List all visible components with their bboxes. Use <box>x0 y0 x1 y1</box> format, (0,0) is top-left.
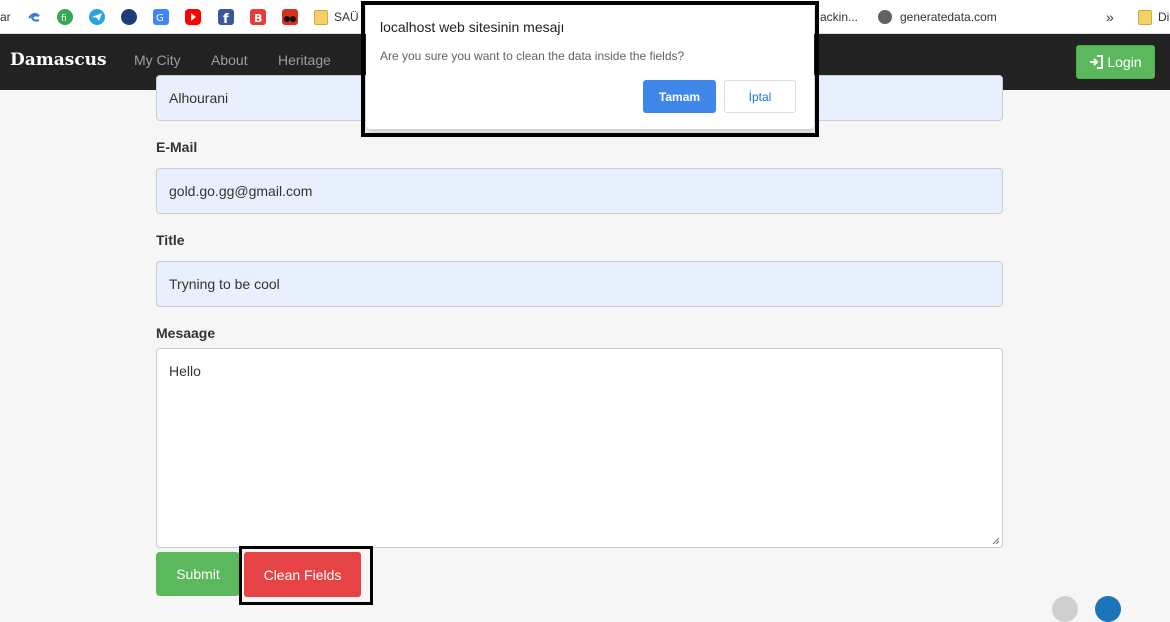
dialog-message: Are you sure you want to clean the data … <box>380 49 685 63</box>
fi-bookmark-icon[interactable]: fi <box>57 9 73 25</box>
title-label: Title <box>156 232 185 248</box>
facebook-icon[interactable]: f <box>218 9 234 27</box>
bookmark-folder-right[interactable]: Di <box>1138 8 1169 26</box>
nav-link-about[interactable]: About <box>211 52 248 68</box>
login-label: Login <box>1107 54 1142 70</box>
bookmark-label: SAÜ <box>334 10 359 24</box>
brand-logo[interactable]: Damascus <box>10 50 107 70</box>
bookmarks-overflow-button[interactable]: » <box>1106 8 1114 26</box>
message-text: Hello <box>169 363 201 379</box>
bookmark-generatedata[interactable]: generatedata.com <box>878 8 997 26</box>
sign-in-icon <box>1090 55 1104 69</box>
clean-fields-button[interactable]: Clean Fields <box>244 552 361 597</box>
svg-text:G: G <box>156 13 164 24</box>
b-bookmark-icon[interactable]: B <box>250 9 266 25</box>
google-translate-icon[interactable]: G <box>153 9 169 25</box>
nav-link-my-city[interactable]: My City <box>134 52 181 68</box>
login-button[interactable]: Login <box>1076 45 1155 79</box>
svg-text:f: f <box>223 12 229 25</box>
bookmark-folder-sau[interactable]: SAÜ <box>314 8 359 26</box>
bookmark-partial-left[interactable]: ar <box>0 8 11 26</box>
confirm-dialog: localhost web sitesinin mesajı Are you s… <box>366 5 814 129</box>
youtube-icon[interactable] <box>185 9 201 25</box>
message-textarea[interactable]: Hello <box>156 348 1003 548</box>
globe-icon <box>878 10 892 24</box>
swirl-bookmark-icon[interactable] <box>26 9 42 25</box>
svg-text:fi: fi <box>61 14 67 24</box>
dialog-ok-button[interactable]: Tamam <box>643 80 716 113</box>
title-input[interactable]: Tryning to be cool <box>156 261 1003 307</box>
telegram-icon[interactable] <box>89 9 105 25</box>
email-label: E-Mail <box>156 139 198 155</box>
bookmark-label: Di <box>1158 10 1170 24</box>
folder-icon <box>1138 9 1152 25</box>
bookmark-label: generatedata.com <box>900 10 997 24</box>
email-input[interactable]: gold.go.gg@gmail.com <box>156 168 1003 214</box>
nav-link-heritage[interactable]: Heritage <box>278 52 331 68</box>
folder-icon <box>314 9 328 25</box>
scroll-circle-icon[interactable] <box>1052 596 1078 622</box>
red-cross-bookmark-icon[interactable] <box>282 9 298 25</box>
message-label: Mesaage <box>156 325 216 341</box>
dialog-title: localhost web sitesinin mesajı <box>380 19 565 35</box>
dialog-cancel-button[interactable]: İptal <box>724 80 796 113</box>
svg-text:B: B <box>254 12 262 25</box>
globe-bookmark-icon[interactable] <box>121 9 137 25</box>
submit-button[interactable]: Submit <box>156 552 240 596</box>
bookmark-tracking[interactable]: ackin... <box>820 8 858 26</box>
scroll-top-icon[interactable] <box>1095 596 1121 622</box>
resize-handle-icon[interactable] <box>992 537 1000 545</box>
